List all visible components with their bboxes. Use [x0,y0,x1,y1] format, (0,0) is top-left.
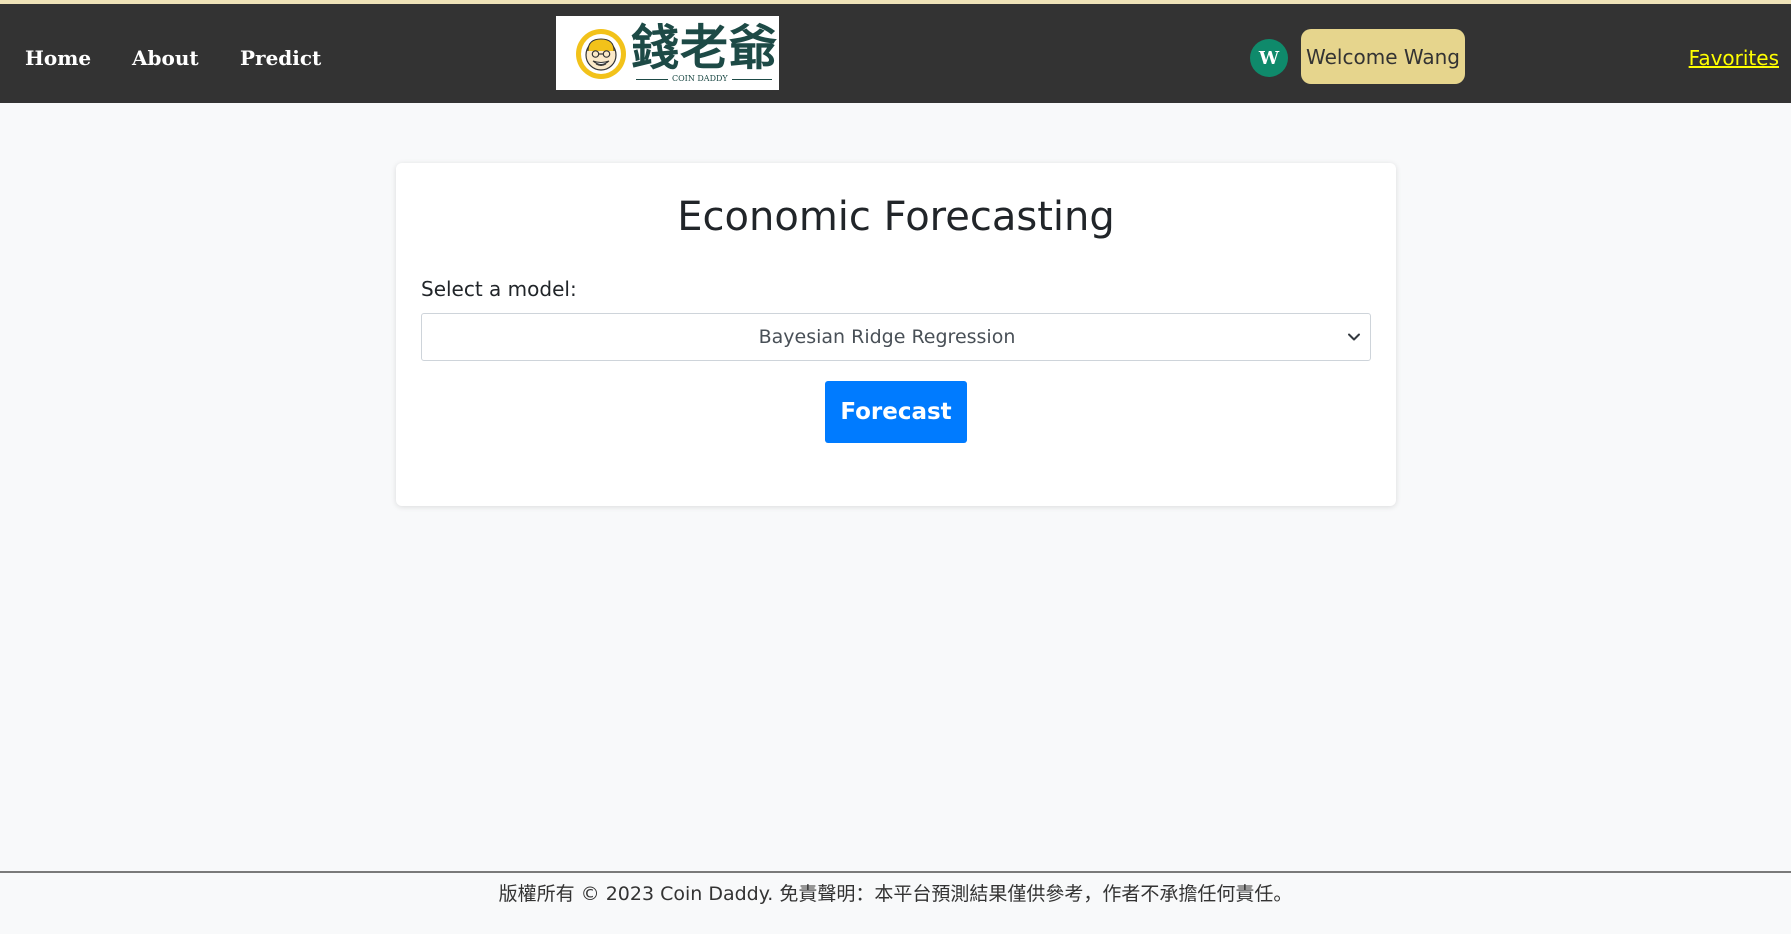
forecast-card: Economic Forecasting Select a model: Bay… [396,163,1396,506]
nav-about-link[interactable]: About [132,46,199,70]
logo-divider-left [636,79,668,80]
logo-subtitle: COIN DADDY [672,74,728,83]
chevron-down-icon [1348,333,1360,341]
page-title: Economic Forecasting [677,194,1115,240]
nav-predict-link[interactable]: Predict [240,46,321,70]
forecast-button[interactable]: Forecast [825,381,967,443]
favorites-link[interactable]: Favorites [1689,46,1779,70]
logo-chinese-text: 錢老爺 [631,20,779,76]
model-select-value: Bayesian Ridge Regression [758,326,1016,348]
footer-copyright: 版權所有 © 2023 Coin Daddy. 免責聲明：本平台預測結果僅供參考… [498,883,1293,905]
nav-home-link[interactable]: Home [25,46,91,70]
old-man-face-icon [576,29,626,79]
model-select[interactable]: Bayesian Ridge Regression [421,313,1371,361]
logo-divider-right [732,79,772,80]
coin-daddy-logo[interactable]: 錢老爺 COIN DADDY [556,16,779,90]
navbar: Home About Predict 錢老爺 COIN DADDY W Welc… [0,4,1791,103]
user-avatar[interactable]: W [1250,39,1288,77]
welcome-badge[interactable]: Welcome Wang [1301,29,1465,84]
footer: 版權所有 © 2023 Coin Daddy. 免責聲明：本平台預測結果僅供參考… [0,873,1791,934]
model-select-label: Select a model: [421,277,577,301]
